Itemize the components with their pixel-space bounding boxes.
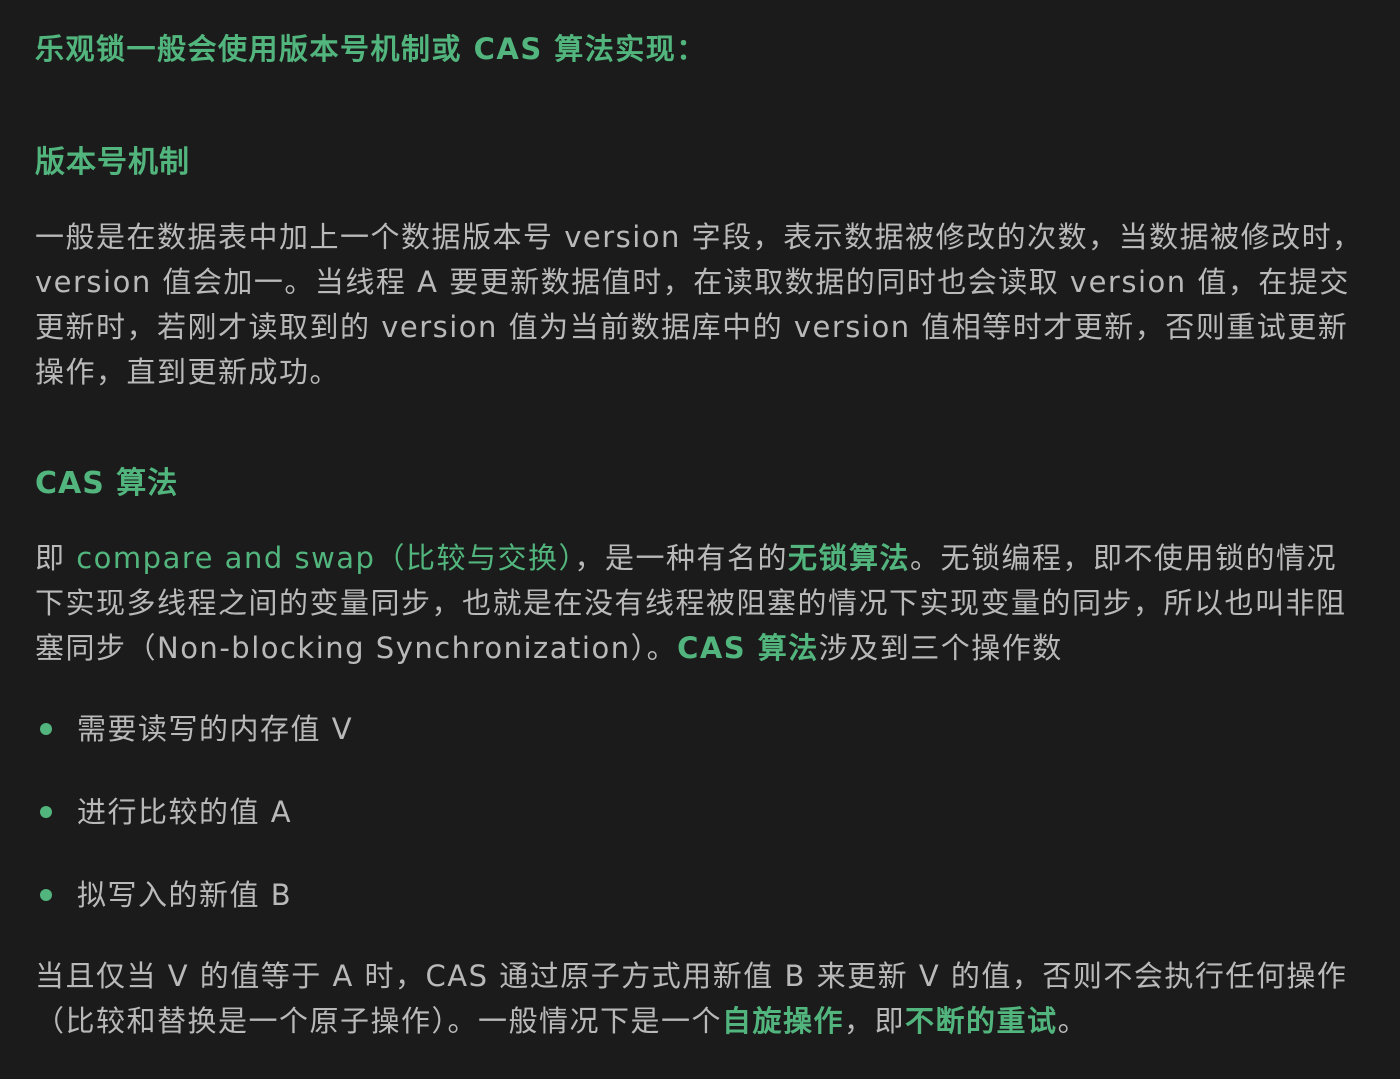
cas-paren-term: （比较与交换） [375, 541, 575, 575]
list-item: 拟写入的新值 B [35, 871, 835, 954]
bullet-dot-icon [40, 889, 52, 901]
list-item-text: 需要读写的内存值 V [77, 712, 354, 746]
final-prefix: 当且仅当 V 的值等于 A 时，CAS 通过原子方式用新值 B 来更新 V 的值… [35, 959, 1348, 1038]
operand-list: 需要读写的内存值 V 进行比较的值 A 拟写入的新值 B [35, 705, 835, 954]
intro-text: 乐观锁一般会使用版本号机制或 CAS 算法实现： [35, 32, 707, 66]
bullet-dot-icon [40, 806, 52, 818]
cas-code-term: compare and swap [76, 541, 376, 575]
final-mid: ，即 [844, 1004, 906, 1038]
final-paragraph: 当且仅当 V 的值等于 A 时，CAS 通过原子方式用新值 B 来更新 V 的值… [35, 954, 1365, 1044]
spin-term: 自旋操作 [722, 1004, 845, 1038]
lock-free-term: 无锁算法 [788, 541, 911, 575]
bullet-dot-icon [40, 723, 52, 735]
final-end: 。 [1057, 1004, 1089, 1038]
heading-version-mechanism: 版本号机制 [35, 145, 190, 180]
list-item: 需要读写的内存值 V [35, 705, 835, 788]
list-item: 进行比较的值 A [35, 788, 835, 871]
list-item-text: 拟写入的新值 B [77, 878, 293, 912]
list-item-text: 进行比较的值 A [77, 795, 293, 829]
cas-para-tail: 涉及到三个操作数 [818, 631, 1063, 665]
heading-cas-algorithm: CAS 算法 [35, 466, 179, 501]
cas-paragraph: 即 compare and swap（比较与交换），是一种有名的无锁算法。无锁编… [35, 536, 1365, 671]
cas-para-prefix: 即 [35, 541, 77, 575]
version-paragraph: 一般是在数据表中加上一个数据版本号 version 字段，表示数据被修改的次数，… [35, 220, 1363, 389]
cas-algo-term: CAS 算法 [677, 631, 819, 665]
cas-para-mid1: ，是一种有名的 [574, 541, 788, 575]
retry-term: 不断的重试 [905, 1004, 1058, 1038]
